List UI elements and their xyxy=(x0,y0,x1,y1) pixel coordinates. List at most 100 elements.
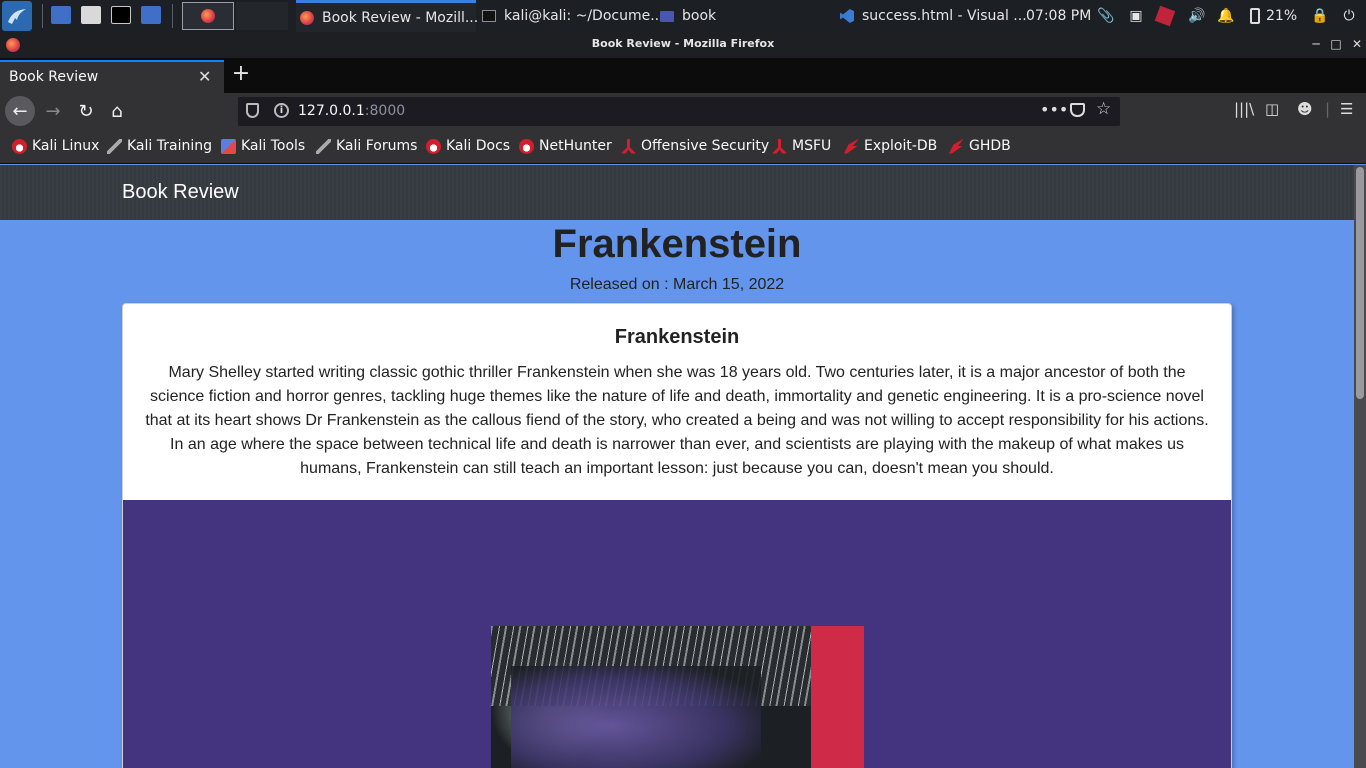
book-cover-image xyxy=(491,626,864,768)
maximize-icon[interactable]: □ xyxy=(1328,36,1344,52)
taskbar-item-label: success.html - Visual ... xyxy=(862,8,1027,24)
bookmark-kali-training[interactable]: Kali Training xyxy=(107,138,212,154)
battery-icon[interactable] xyxy=(1246,7,1264,25)
bookmark-label: Kali Training xyxy=(127,138,212,154)
reload-icon[interactable]: ↻ xyxy=(71,96,101,126)
library-icon[interactable]: |||\ xyxy=(1234,100,1254,118)
bookmark-msfu[interactable]: MSFU xyxy=(772,138,831,154)
window-titlebar[interactable]: Book Review - Mozilla Firefox ─ □ ✕ xyxy=(0,32,1366,58)
tab-close-icon[interactable]: ✕ xyxy=(198,67,211,86)
tracking-shield-icon[interactable] xyxy=(246,103,259,118)
url-bar[interactable]: i 127.0.0.1:8000 ••• ☆ xyxy=(238,97,1120,126)
taskbar-item-folder[interactable]: book xyxy=(656,0,776,32)
page-viewport: Book Review Frankenstein Released on : M… xyxy=(0,165,1366,768)
bookmark-label: Kali Docs xyxy=(446,138,511,154)
url-host: 127.0.0.1 xyxy=(298,103,365,119)
offsec-logo-icon xyxy=(772,138,787,154)
bookmark-kali-tools[interactable]: Kali Tools xyxy=(221,138,305,154)
close-icon[interactable]: ✕ xyxy=(1349,36,1365,52)
bookmark-label: MSFU xyxy=(792,138,832,154)
back-arrow-icon[interactable]: ← xyxy=(5,96,35,126)
kali-menu-button[interactable] xyxy=(2,1,32,31)
bookmark-exploit-db[interactable]: Exploit-DB xyxy=(844,138,937,154)
taskbar-item-label: book xyxy=(682,8,717,24)
file-manager-launcher-icon[interactable] xyxy=(81,6,101,24)
exploit-db-icon xyxy=(949,138,964,154)
bookmark-label: Exploit-DB xyxy=(864,138,938,154)
taskbar-item-firefox[interactable]: Book Review - Mozill... xyxy=(296,0,479,32)
site-navbar: Book Review xyxy=(0,165,1354,220)
release-label: Released on : xyxy=(569,276,673,293)
kali-logo-icon xyxy=(519,138,534,154)
panel-separator xyxy=(172,4,173,28)
clock[interactable]: 07:08 PM xyxy=(1026,0,1091,32)
kali-tools-icon xyxy=(221,138,236,154)
package-icon[interactable] xyxy=(1154,5,1176,27)
top-panel: Book Review - Mozill... kali@kali: ~/Doc… xyxy=(0,0,1366,32)
minimize-icon[interactable]: ─ xyxy=(1308,36,1324,52)
bookmark-nethunter[interactable]: NetHunter xyxy=(519,138,612,154)
bookmark-offensive-security[interactable]: Offensive Security xyxy=(621,138,769,154)
page-scrollbar[interactable] xyxy=(1354,165,1366,768)
taskbar-item-label: Book Review - Mozill... xyxy=(322,9,479,26)
url-port: :8000 xyxy=(364,103,406,119)
taskbar-item-terminal[interactable]: kali@kali: ~/Docume... xyxy=(478,0,664,32)
workspace-2[interactable] xyxy=(236,2,288,30)
screen-icon[interactable]: ▣ xyxy=(1127,7,1145,25)
bookmark-label: NetHunter xyxy=(539,138,612,154)
bookmarks-toolbar: Kali Linux Kali Training Kali Tools Kali… xyxy=(0,130,1366,164)
power-icon[interactable]: ⏻ xyxy=(1340,7,1358,25)
kali-logo-icon xyxy=(12,138,27,154)
show-desktop-launcher-icon[interactable] xyxy=(51,6,71,24)
pocket-icon[interactable] xyxy=(1070,103,1085,117)
exploit-db-icon xyxy=(844,138,859,154)
card-title: Frankenstein xyxy=(614,326,740,348)
bookmark-kali-docs[interactable]: Kali Docs xyxy=(426,138,510,154)
kali-dragon-icon xyxy=(316,138,331,154)
bookmark-label: Offensive Security xyxy=(641,138,770,154)
folder-icon xyxy=(660,10,674,22)
panel-separator xyxy=(42,4,43,28)
bookmark-kali-linux[interactable]: Kali Linux xyxy=(12,138,99,154)
scrollbar-thumb[interactable] xyxy=(1356,167,1364,399)
terminal-launcher-icon[interactable] xyxy=(111,6,131,24)
kali-dragon-icon xyxy=(8,9,26,24)
book-card: Frankenstein Mary Shelley started writin… xyxy=(122,303,1232,768)
offsec-logo-icon xyxy=(621,138,636,154)
new-tab-plus-icon[interactable]: + xyxy=(230,61,252,86)
bookmark-label: Kali Tools xyxy=(241,138,306,154)
bookmark-label: Kali Forums xyxy=(336,138,418,154)
taskbar-item-vscode[interactable]: success.html - Visual ... xyxy=(836,0,1027,32)
bookmark-star-icon[interactable]: ☆ xyxy=(1096,99,1111,119)
book-title: Frankenstein xyxy=(552,222,802,266)
page-actions-icon[interactable]: ••• xyxy=(1040,100,1068,119)
forward-arrow-icon[interactable]: → xyxy=(38,96,68,126)
sidebar-icon[interactable]: ◫ xyxy=(1265,100,1279,118)
home-icon[interactable]: ⌂ xyxy=(102,96,132,126)
clipboard-icon[interactable]: 📎 xyxy=(1097,7,1115,25)
toolbar-divider: | xyxy=(1325,100,1331,118)
site-info-icon[interactable]: i xyxy=(274,103,289,118)
url-text[interactable]: 127.0.0.1:8000 xyxy=(298,103,405,119)
bookmark-ghdb[interactable]: GHDB xyxy=(949,138,1011,154)
navigation-toolbar: ← → ↻ ⌂ i 127.0.0.1:8000 ••• ☆ |||\ ◫ ☻ … xyxy=(0,93,1366,130)
vscode-icon xyxy=(840,9,854,23)
volume-icon[interactable]: 🔊 xyxy=(1188,7,1206,25)
notification-bell-icon[interactable]: 🔔 xyxy=(1217,7,1235,25)
lock-icon[interactable]: 🔒 xyxy=(1311,7,1329,25)
tab-book-review[interactable]: Book Review ✕ xyxy=(0,60,224,93)
book-description: Mary Shelley started writing classic got… xyxy=(145,364,1209,477)
workspace-1[interactable] xyxy=(182,2,234,30)
release-date: March 15, 2022 xyxy=(673,276,785,293)
firefox-icon xyxy=(300,10,314,25)
navbar-brand-link[interactable]: Book Review xyxy=(122,181,239,204)
hamburger-menu-icon[interactable]: ☰ xyxy=(1340,100,1353,118)
cover-shape xyxy=(511,666,761,768)
bookmark-kali-forums[interactable]: Kali Forums xyxy=(316,138,417,154)
kali-logo-icon xyxy=(426,138,441,154)
firefox-icon xyxy=(201,9,215,23)
battery-percentage: 21% xyxy=(1266,8,1298,24)
account-icon[interactable]: ☻ xyxy=(1297,100,1313,118)
app-launcher-icon[interactable] xyxy=(141,6,161,24)
bookmark-label: Kali Linux xyxy=(32,138,100,154)
